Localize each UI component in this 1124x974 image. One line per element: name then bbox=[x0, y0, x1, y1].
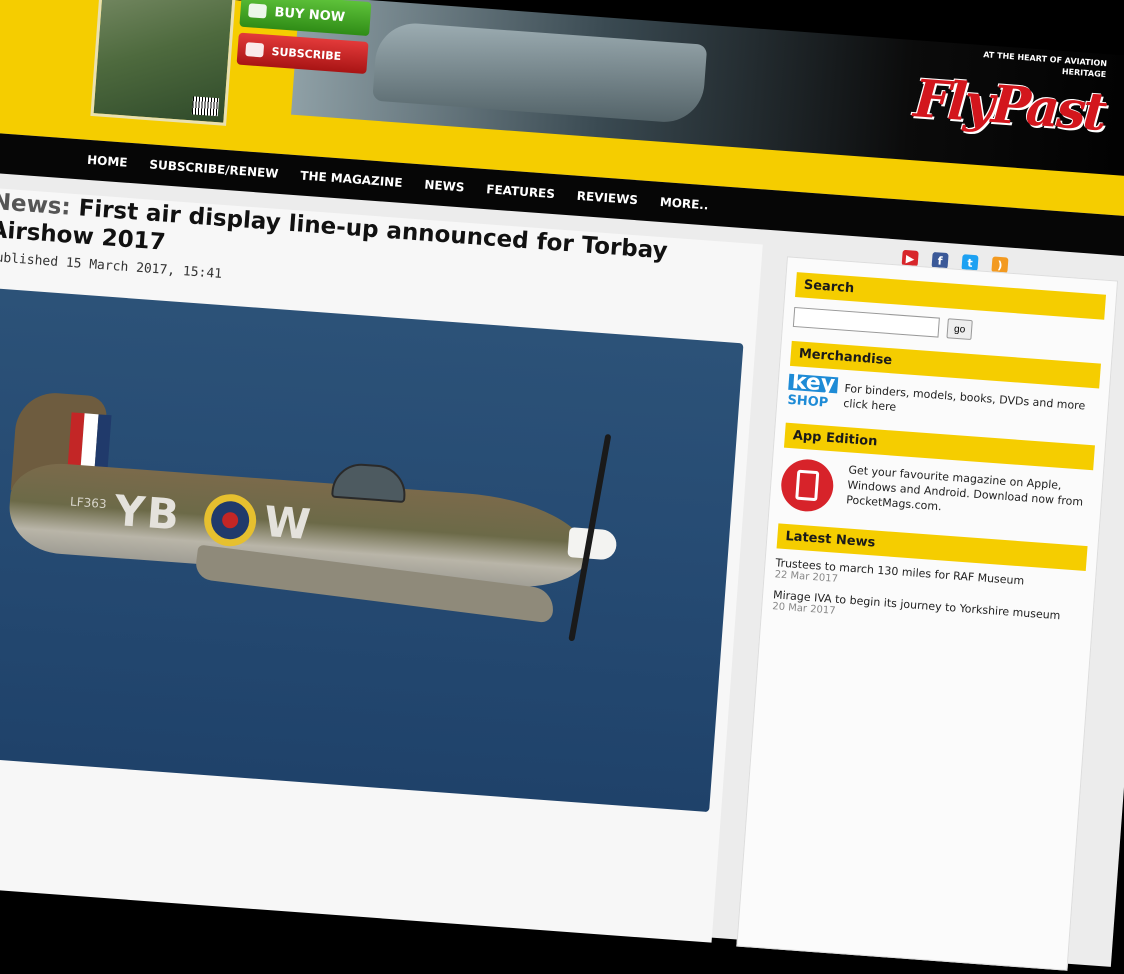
aircraft-code-letter: W bbox=[262, 496, 315, 550]
nav-the-magazine[interactable]: THE MAGAZINE bbox=[300, 168, 403, 189]
buy-now-label: BUY NOW bbox=[273, 4, 346, 25]
headline-label: News: bbox=[0, 188, 72, 221]
nav-home[interactable]: HOME bbox=[87, 153, 128, 170]
app-edition-block[interactable]: Get your favourite magazine on Apple, Wi… bbox=[779, 457, 1093, 533]
tablet-icon[interactable] bbox=[779, 457, 836, 514]
article-photo: LF363 YB W bbox=[0, 287, 744, 813]
nav-more[interactable]: MORE.. bbox=[659, 195, 709, 213]
nav-subscribe-renew[interactable]: SUBSCRIBE/RENEW bbox=[149, 157, 279, 180]
keyshop-key: key bbox=[788, 369, 839, 397]
keyshop-shop: SHOP bbox=[786, 392, 829, 411]
magazine-cover-image[interactable] bbox=[90, 0, 237, 126]
article: News: First air display line-up announce… bbox=[0, 186, 763, 943]
cart-icon bbox=[248, 3, 268, 19]
app-edition-text[interactable]: Get your favourite magazine on Apple, Wi… bbox=[846, 462, 1093, 525]
sidebar: Search go Merchandise key SHOP For binde… bbox=[736, 256, 1119, 971]
nav-features[interactable]: FEATURES bbox=[486, 182, 556, 201]
keyshop-logo[interactable]: key SHOP bbox=[786, 369, 839, 412]
aircraft-codes: YB bbox=[112, 485, 183, 540]
nav-news[interactable]: NEWS bbox=[424, 178, 465, 195]
aircraft-serial: LF363 bbox=[69, 494, 108, 512]
go-button[interactable]: go bbox=[946, 318, 973, 341]
aircraft-canopy bbox=[331, 461, 408, 503]
subscribe-label: SUBSCRIBE bbox=[271, 44, 342, 63]
basket-icon bbox=[245, 42, 265, 58]
nav-reviews[interactable]: REVIEWS bbox=[576, 189, 638, 207]
page: BUY NOW SUBSCRIBE AT THE HEART OF AVIATI… bbox=[0, 0, 1124, 971]
search-input[interactable] bbox=[792, 306, 940, 338]
barcode-icon bbox=[191, 96, 220, 117]
merchandise-text[interactable]: For binders, models, books, DVDs and mor… bbox=[843, 380, 1099, 429]
buy-now-button[interactable]: BUY NOW bbox=[239, 0, 372, 37]
